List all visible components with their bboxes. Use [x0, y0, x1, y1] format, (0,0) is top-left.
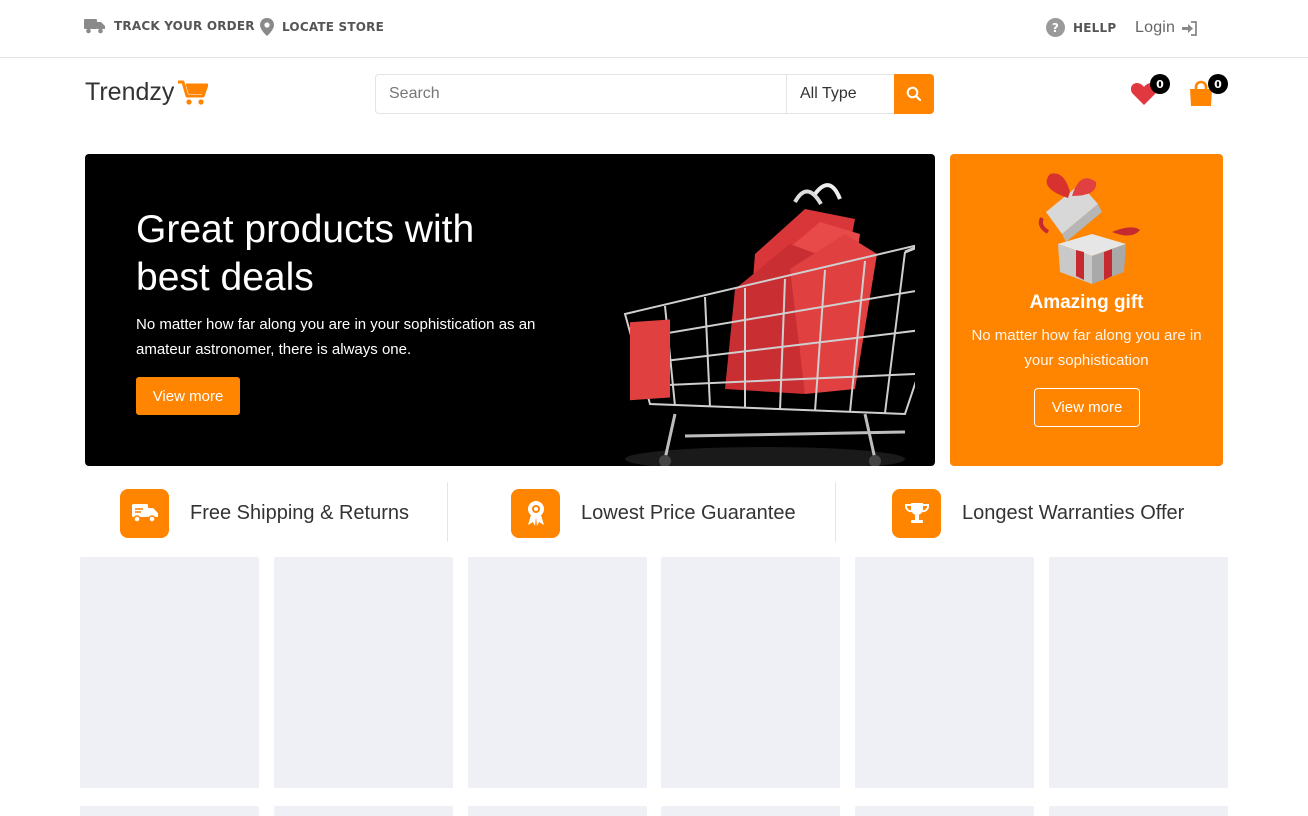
- gift-view-more-button[interactable]: View more: [1034, 388, 1140, 427]
- gift-text: No matter how far along you are in your …: [971, 327, 1202, 369]
- feature-label: Free Shipping & Returns: [190, 501, 410, 524]
- feature-label: Lowest Price Guarantee: [581, 501, 796, 524]
- feature-divider: [835, 482, 836, 542]
- search-type-select[interactable]: All Type: [786, 75, 894, 113]
- gift-promo-card: Amazing gift No matter how far along you…: [950, 154, 1223, 466]
- wishlist-button[interactable]: 0: [1130, 74, 1170, 110]
- shopping-cart-icon: [178, 80, 209, 105]
- feature-icon-box: [892, 488, 941, 538]
- product-card-placeholder[interactable]: [661, 557, 840, 788]
- map-pin-icon: [260, 18, 274, 36]
- hero-text: No matter how far along you are in your …: [136, 316, 536, 358]
- help-label: HELLP: [1073, 20, 1117, 35]
- feature-label: Longest Warranties Offer: [962, 501, 1185, 524]
- login-link[interactable]: Login: [1135, 19, 1198, 37]
- gift-box-image: [1038, 173, 1140, 284]
- track-order-link[interactable]: TRACK YOUR ORDER: [84, 18, 255, 34]
- truck-icon: [84, 19, 105, 34]
- feature-longest-warranty: Longest Warranties Offer: [892, 487, 1184, 539]
- gift-title: Amazing gift: [1029, 292, 1144, 313]
- cart-button[interactable]: 0: [1188, 74, 1228, 110]
- product-card-placeholder[interactable]: [855, 806, 1034, 816]
- question-circle-icon: ?: [1046, 18, 1065, 37]
- product-card-placeholder[interactable]: [1049, 557, 1228, 788]
- sign-in-icon: [1182, 20, 1198, 36]
- search-type-label: All Type: [800, 85, 857, 102]
- product-card-placeholder[interactable]: [661, 806, 840, 816]
- hero-banner: Great products with best deals No matter…: [85, 154, 935, 466]
- product-card-placeholder[interactable]: [468, 557, 647, 788]
- track-order-label: TRACK YOUR ORDER: [114, 19, 255, 33]
- wishlist-count-badge: 0: [1150, 74, 1170, 94]
- product-card-placeholder[interactable]: [468, 806, 647, 816]
- brand-logo[interactable]: Trendzy: [85, 78, 209, 107]
- product-card-placeholder[interactable]: [1049, 806, 1228, 816]
- award-icon: [527, 501, 544, 526]
- hero-title: Great products with best deals: [136, 208, 475, 299]
- locate-store-label: LOCATE STORE: [282, 20, 385, 34]
- top-bar: TRACK YOUR ORDER LOCATE STORE ? HELLP Lo…: [0, 0, 1308, 58]
- feature-icon-box: [511, 488, 560, 538]
- feature-free-shipping: Free Shipping & Returns: [120, 487, 409, 539]
- search-icon: [906, 86, 922, 102]
- cart-count-badge: 0: [1208, 74, 1228, 94]
- svg-text:?: ?: [1052, 21, 1059, 35]
- feature-icon-box: [120, 488, 169, 538]
- truck-icon: [131, 504, 158, 523]
- product-card-placeholder[interactable]: [274, 806, 453, 816]
- product-card-placeholder[interactable]: [80, 557, 259, 788]
- login-label: Login: [1135, 19, 1176, 36]
- hero-view-more-button[interactable]: View more: [136, 377, 240, 415]
- search-bar: All Type: [375, 74, 934, 114]
- product-card-placeholder[interactable]: [80, 806, 259, 816]
- trophy-icon: [904, 503, 929, 523]
- product-card-placeholder[interactable]: [274, 557, 453, 788]
- feature-divider: [447, 482, 448, 542]
- brand-name: Trendzy: [85, 78, 175, 106]
- locate-store-link[interactable]: LOCATE STORE: [260, 18, 384, 36]
- shopping-cart-image: [623, 183, 915, 466]
- product-card-placeholder[interactable]: [855, 557, 1034, 788]
- search-input[interactable]: [376, 75, 786, 113]
- search-button[interactable]: [894, 74, 934, 114]
- feature-lowest-price: Lowest Price Guarantee: [511, 487, 796, 539]
- help-link[interactable]: ? HELLP: [1046, 18, 1116, 37]
